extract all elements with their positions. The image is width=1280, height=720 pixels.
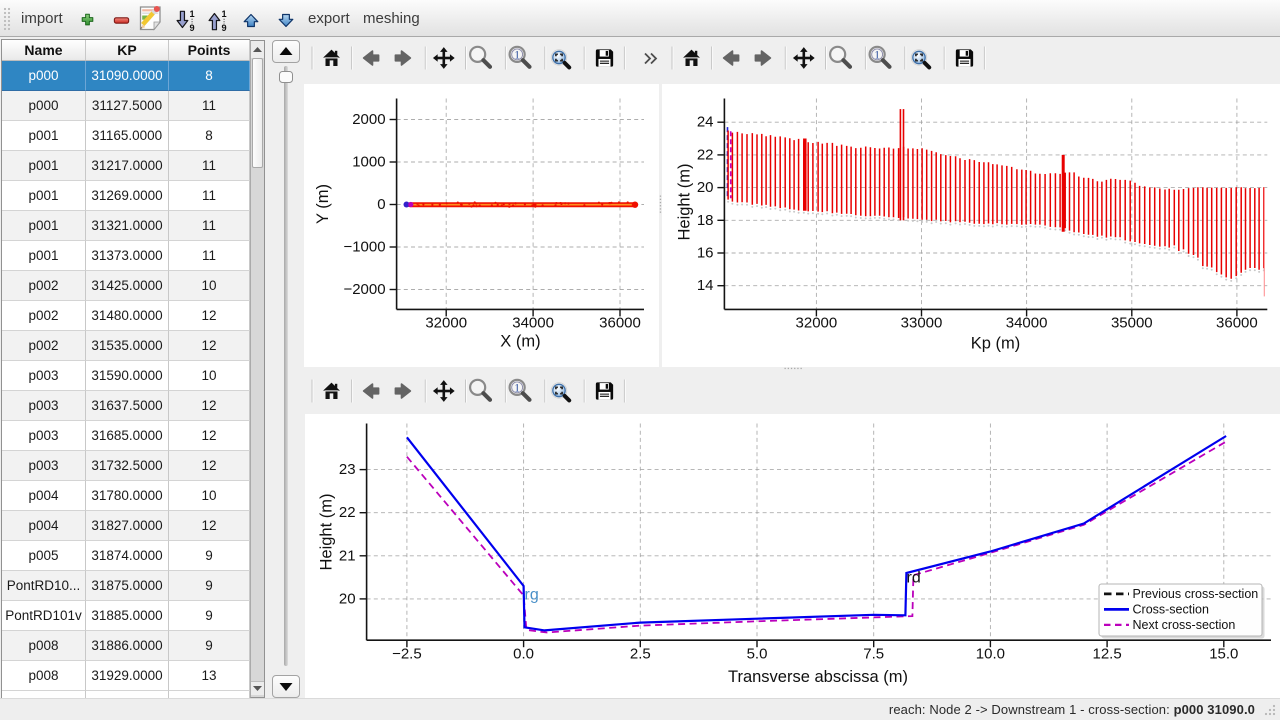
svg-text:Y (m): Y (m) bbox=[314, 183, 332, 223]
svg-text:22: 22 bbox=[696, 146, 713, 163]
svg-text:32000: 32000 bbox=[425, 314, 467, 331]
svg-text:34000: 34000 bbox=[512, 314, 554, 331]
svg-text:X (m): X (m) bbox=[500, 332, 540, 350]
svg-text:Cross-section: Cross-section bbox=[1133, 602, 1209, 616]
svg-text:Height (m): Height (m) bbox=[675, 163, 693, 240]
svg-text:18: 18 bbox=[696, 211, 713, 228]
svg-text:2.5: 2.5 bbox=[630, 645, 651, 662]
svg-text:20: 20 bbox=[339, 590, 356, 607]
svg-text:Height (m): Height (m) bbox=[318, 493, 336, 570]
svg-text:23: 23 bbox=[339, 461, 356, 478]
svg-text:5.0: 5.0 bbox=[747, 645, 768, 662]
svg-text:16: 16 bbox=[696, 244, 713, 261]
svg-text:rg: rg bbox=[525, 586, 539, 603]
svg-text:1: 1 bbox=[222, 9, 227, 19]
svg-text:Transverse abscissa (m): Transverse abscissa (m) bbox=[728, 668, 908, 686]
svg-text:0: 0 bbox=[377, 196, 385, 213]
svg-text:−2.5: −2.5 bbox=[392, 645, 422, 662]
svg-text:9: 9 bbox=[190, 23, 195, 32]
svg-text:rd: rd bbox=[907, 569, 921, 586]
svg-text:2000: 2000 bbox=[352, 111, 385, 128]
svg-text:36000: 36000 bbox=[599, 314, 641, 331]
svg-text:35000: 35000 bbox=[1110, 314, 1152, 331]
svg-text:24: 24 bbox=[696, 113, 713, 130]
svg-text:Kp (m): Kp (m) bbox=[970, 334, 1020, 352]
svg-text:Next cross-section: Next cross-section bbox=[1133, 618, 1236, 632]
svg-text:9: 9 bbox=[222, 23, 227, 32]
svg-text:10.0: 10.0 bbox=[976, 645, 1005, 662]
svg-text:32000: 32000 bbox=[795, 314, 837, 331]
svg-text:20: 20 bbox=[696, 179, 713, 196]
svg-text:22: 22 bbox=[339, 504, 356, 521]
svg-text:21: 21 bbox=[339, 547, 356, 564]
svg-text:12.5: 12.5 bbox=[1092, 645, 1121, 662]
svg-text:1000: 1000 bbox=[352, 153, 385, 170]
svg-text:36000: 36000 bbox=[1216, 314, 1258, 331]
svg-text:0.0: 0.0 bbox=[513, 645, 534, 662]
svg-text:1: 1 bbox=[190, 9, 195, 19]
svg-text:33000: 33000 bbox=[900, 314, 942, 331]
svg-text:34000: 34000 bbox=[1005, 314, 1047, 331]
svg-text:15.0: 15.0 bbox=[1209, 645, 1238, 662]
svg-text:−2000: −2000 bbox=[343, 281, 385, 298]
svg-text:7.5: 7.5 bbox=[863, 645, 884, 662]
svg-text:14: 14 bbox=[696, 277, 713, 294]
svg-text:−1000: −1000 bbox=[343, 238, 385, 255]
svg-text:Previous cross-section: Previous cross-section bbox=[1133, 587, 1259, 601]
